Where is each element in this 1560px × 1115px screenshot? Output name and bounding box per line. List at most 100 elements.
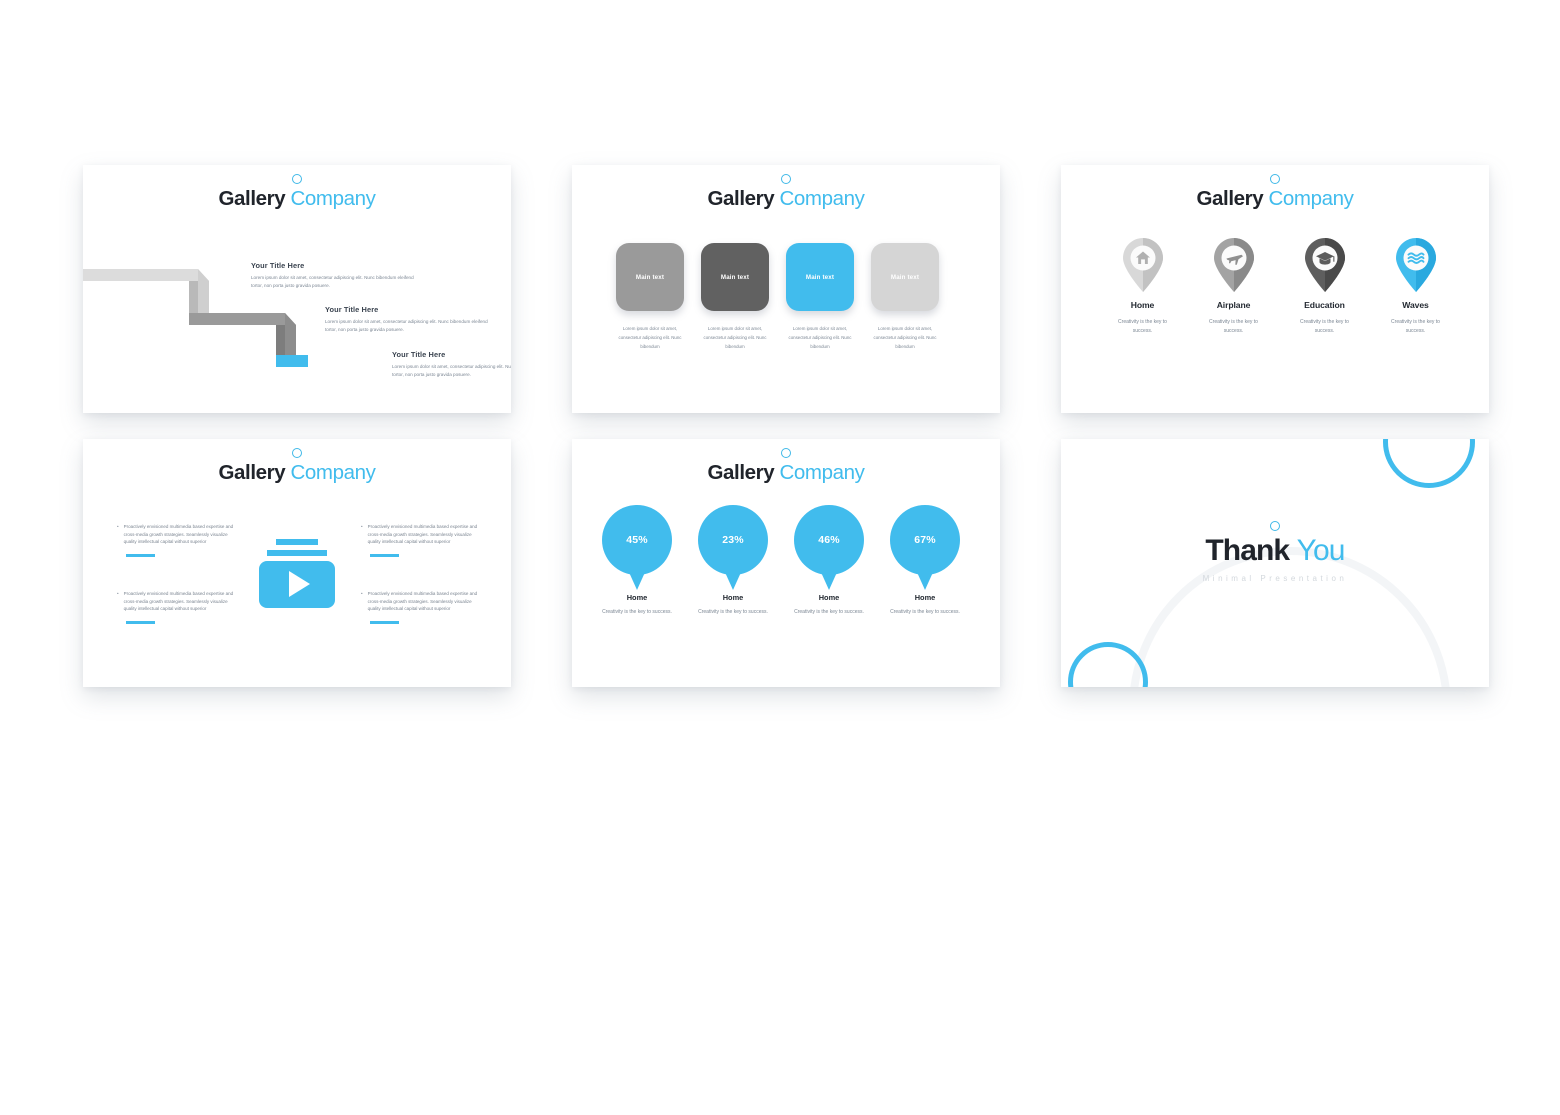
list-item: • Proactively envisioned multimedia based… (361, 590, 483, 625)
balloon-label: Home (818, 593, 840, 602)
card-body: Lorem ipsum dolor sit amet, consectetur … (703, 326, 767, 349)
video-bar-top (276, 539, 318, 545)
slide-header: Gallery Company (1061, 165, 1489, 212)
list-item[interactable]: Waves Creativity is the key to success. (1381, 238, 1450, 336)
circle-marker-icon (781, 174, 791, 184)
pin-label: Education (1304, 300, 1345, 310)
home-icon[interactable] (1122, 238, 1163, 292)
card-list: Main text Lorem ipsum dolor sit amet, co… (616, 243, 960, 351)
pin-label: Home (1130, 300, 1155, 310)
list-item: • Proactively envisioned multimedia based… (117, 590, 239, 625)
slide-thank-you[interactable]: Thank You Minimal Presentation (1061, 439, 1489, 687)
airplane-icon[interactable] (1213, 238, 1254, 292)
slide-cards[interactable]: Gallery Company Main text Lorem ipsum do… (572, 165, 1000, 413)
list-item: • Proactively envisioned multimedia based… (361, 523, 483, 558)
list-item[interactable]: Airplane Creativity is the key to succes… (1199, 238, 1268, 336)
item-heading: Your Title Here (325, 305, 379, 314)
decorative-circle-bottom-left (1068, 642, 1148, 687)
slide-percentages[interactable]: Gallery Company 45% Home Creativity is t… (572, 439, 1000, 687)
list-item[interactable]: Main text Lorem ipsum dolor sit amet, co… (701, 243, 769, 351)
list-item[interactable]: 45% Home Creativity is the key to succes… (602, 505, 672, 617)
list-item: • Proactively envisioned multimedia based… (117, 523, 239, 558)
card-label: Main text (805, 273, 835, 281)
card-body: Lorem ipsum dolor sit amet, consectetur … (873, 326, 937, 349)
title-accent: Company (290, 461, 376, 484)
balloon-body: Creativity is the key to success. (890, 609, 960, 615)
title-accent: You (1296, 534, 1346, 567)
bullet-marker-icon: • (117, 591, 119, 596)
thank-you-subtitle: Minimal Presentation (1202, 574, 1348, 583)
pin-list: Home Creativity is the key to success. A… (1108, 238, 1450, 336)
bullet-marker-icon: • (361, 591, 363, 596)
balloon-label: Home (626, 593, 648, 602)
title-accent: Company (779, 187, 865, 210)
title-accent: Company (1268, 187, 1354, 210)
card-box[interactable]: Main text (786, 243, 854, 311)
circle-marker-icon (1270, 521, 1280, 531)
slide-media[interactable]: Gallery Company • Proactively envisioned … (83, 439, 511, 687)
slide-map-pins[interactable]: Gallery Company Home Creativity is the k… (1061, 165, 1489, 413)
title-dark: Gallery (707, 187, 775, 210)
list-item[interactable]: 46% Home Creativity is the key to succes… (794, 505, 864, 617)
list-item[interactable]: Main text Lorem ipsum dolor sit amet, co… (786, 243, 854, 351)
slide-deck: Gallery Company Your Title Here Lorem ip… (83, 165, 1491, 687)
card-box[interactable]: Main text (616, 243, 684, 311)
circle-marker-icon (292, 174, 302, 184)
pin-body: Creativity is the key to success. (1118, 319, 1167, 334)
item-heading: Your Title Here (392, 350, 446, 359)
item-body: Lorem ipsum dolor sit amet, consectetur … (392, 363, 511, 377)
bullet-text: Proactively envisioned multimedia based … (123, 524, 234, 545)
circle-marker-icon (292, 448, 302, 458)
list-item[interactable]: 23% Home Creativity is the key to succes… (698, 505, 768, 617)
bullet-marker-icon: • (117, 524, 119, 529)
title-dark: Gallery (707, 461, 775, 484)
list-item[interactable]: Home Creativity is the key to success. (1108, 238, 1177, 336)
graduation-cap-icon[interactable] (1304, 238, 1345, 292)
pin-body: Creativity is the key to success. (1300, 319, 1349, 334)
page-title: Gallery Company (572, 186, 1000, 212)
card-label: Main text (890, 273, 920, 281)
accent-bar (370, 554, 399, 558)
percentage-balloon[interactable]: 23% (698, 505, 768, 575)
list-item[interactable]: Main text Lorem ipsum dolor sit amet, co… (616, 243, 684, 351)
bullet-text: Proactively envisioned multimedia based … (367, 591, 478, 612)
card-box[interactable]: Main text (871, 243, 939, 311)
pin-label: Waves (1402, 300, 1429, 310)
video-player-icon[interactable] (259, 539, 335, 608)
list-item[interactable]: Main text Lorem ipsum dolor sit amet, co… (871, 243, 939, 351)
percentage-balloon[interactable]: 46% (794, 505, 864, 575)
card-label: Main text (635, 273, 665, 281)
media-body: • Proactively envisioned multimedia based… (83, 523, 511, 673)
bullet-text: Proactively envisioned multimedia based … (367, 524, 478, 545)
circle-marker-icon (1270, 174, 1280, 184)
balloon-label: Home (722, 593, 744, 602)
waves-icon[interactable] (1395, 238, 1436, 292)
slide-staircase[interactable]: Gallery Company Your Title Here Lorem ip… (83, 165, 511, 413)
list-item[interactable]: Education Creativity is the key to succe… (1290, 238, 1359, 336)
balloon-body: Creativity is the key to success. (698, 609, 768, 615)
balloon-label: Home (914, 593, 936, 602)
percentage-value: 45% (626, 534, 648, 546)
balloon-body: Creativity is the key to success. (602, 609, 672, 615)
slide-header: Gallery Company (83, 165, 511, 212)
page-title: Gallery Company (83, 186, 511, 212)
pin-label: Airplane (1216, 300, 1251, 310)
accent-bar (126, 554, 155, 558)
card-box[interactable]: Main text (701, 243, 769, 311)
bullet-marker-icon: • (361, 524, 363, 529)
staircase-item: Your Title Here Lorem ipsum dolor sit am… (325, 305, 511, 334)
play-icon[interactable] (289, 571, 310, 597)
percentage-balloon[interactable]: 67% (890, 505, 960, 575)
percentage-value: 46% (818, 534, 840, 546)
video-screen (259, 560, 335, 608)
decorative-circle-top-right (1383, 439, 1475, 488)
pin-body: Creativity is the key to success. (1391, 319, 1440, 334)
video-bar-mid (267, 549, 327, 556)
balloon-list: 45% Home Creativity is the key to succes… (602, 505, 972, 617)
pin-body: Creativity is the key to success. (1209, 319, 1258, 334)
percentage-balloon[interactable]: 45% (602, 505, 672, 575)
title-dark: Gallery (218, 187, 286, 210)
title-dark: Thank (1205, 534, 1290, 567)
list-item[interactable]: 67% Home Creativity is the key to succes… (890, 505, 960, 617)
item-body: Lorem ipsum dolor sit amet, consectetur … (325, 318, 488, 332)
